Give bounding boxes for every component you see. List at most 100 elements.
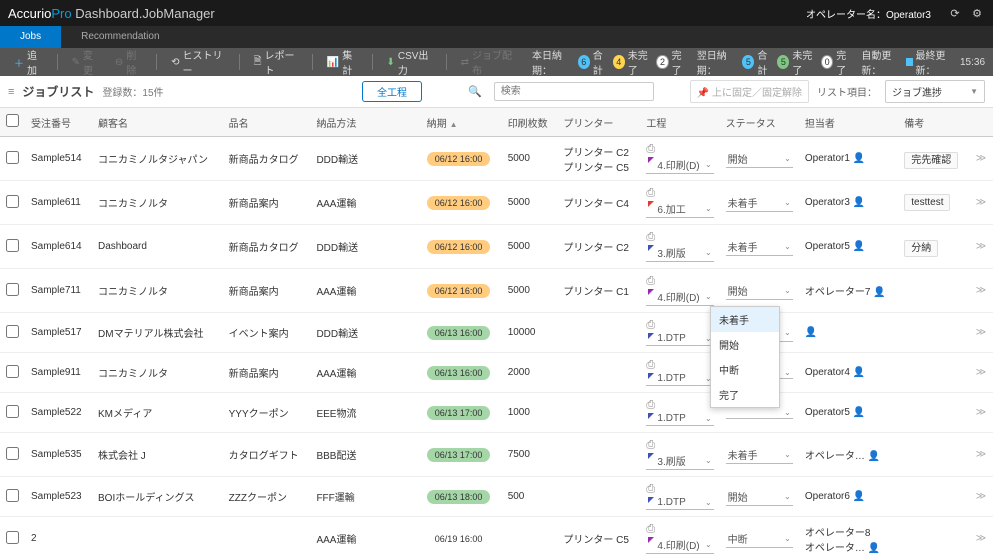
all-process-button[interactable]: 全工程 xyxy=(362,81,422,102)
col-process[interactable]: 工程 xyxy=(640,108,719,137)
cell-process[interactable]: ⎙1.DTP⌄ xyxy=(640,477,719,517)
cell-assignee[interactable]: Operator5 👤 xyxy=(799,225,898,269)
cell-assignee[interactable]: Operator3 👤 xyxy=(799,181,898,225)
cell-note[interactable] xyxy=(898,269,969,313)
cell-status[interactable]: 開始⌄ xyxy=(720,137,799,181)
table-row[interactable]: Sample711 コニカミノルタ 新商品案内 AAA運輸 06/12 16:0… xyxy=(0,269,993,313)
col-delivery[interactable]: 納品方法 xyxy=(310,108,420,137)
table-row[interactable]: Sample614 Dashboard 新商品カタログ DDD輸送 06/12 … xyxy=(0,225,993,269)
cell-note[interactable] xyxy=(898,313,969,353)
row-more[interactable]: ≫ xyxy=(969,393,993,433)
cell-process[interactable]: ⎙1.DTP⌄ xyxy=(640,313,719,353)
cell-assignee[interactable]: オペレーター8オペレータ… 👤 xyxy=(799,517,898,557)
cell-process[interactable]: ⎙1.DTP⌄ xyxy=(640,353,719,393)
row-more[interactable]: ≫ xyxy=(969,225,993,269)
table-row[interactable]: Sample514 コニカミノルタジャパン 新商品カタログ DDD輸送 06/1… xyxy=(0,137,993,181)
cell-assignee[interactable]: Operator4 👤 xyxy=(799,353,898,393)
cell-note[interactable] xyxy=(898,433,969,477)
cell-assignee[interactable]: オペレーター7 👤 xyxy=(799,269,898,313)
row-checkbox[interactable] xyxy=(6,365,19,378)
cell-process[interactable]: ⎙1.DTP⌄ xyxy=(640,393,719,433)
status-option[interactable]: 開始 xyxy=(711,332,779,357)
cell-process[interactable]: ⎙3.刷版⌄ xyxy=(640,225,719,269)
col-customer[interactable]: 顧客名 xyxy=(92,108,223,137)
csv-button[interactable]: ⬇CSV出力 xyxy=(380,48,437,76)
table-row[interactable]: Sample517 DMマテリアル株式会社 イベント案内 DDD輸送 06/13… xyxy=(0,313,993,353)
col-status[interactable]: ステータス xyxy=(720,108,799,137)
row-checkbox[interactable] xyxy=(6,531,19,544)
row-more[interactable]: ≫ xyxy=(969,433,993,477)
sync-icon[interactable]: ⟳ xyxy=(947,5,963,21)
cell-status[interactable]: 未着手⌄ xyxy=(720,181,799,225)
chevron-down-icon: ⌄ xyxy=(784,286,791,295)
col-order[interactable]: 受注番号 xyxy=(25,108,92,137)
cell-process[interactable]: ⎙4.印刷(D)⌄ xyxy=(640,269,719,313)
cell-process[interactable]: ⎙4.印刷(D)⌄ xyxy=(640,137,719,181)
row-checkbox[interactable] xyxy=(6,405,19,418)
row-more[interactable]: ≫ xyxy=(969,269,993,313)
cell-note[interactable]: 分納 xyxy=(898,225,969,269)
delete-button[interactable]: ⊖削除 xyxy=(109,48,148,76)
aggregate-button[interactable]: 📊集計 xyxy=(321,48,364,76)
cell-assignee[interactable]: 👤 xyxy=(799,313,898,353)
row-more[interactable]: ≫ xyxy=(969,181,993,225)
col-product[interactable]: 品名 xyxy=(223,108,311,137)
table-row[interactable]: 2 AAA運輸 06/19 16:00 プリンター C5 ⎙4.印刷(D)⌄ 中… xyxy=(0,517,993,557)
status-option[interactable]: 未着手 xyxy=(711,307,779,332)
table-row[interactable]: Sample523 BOIホールディングス ZZZクーポン FFF運輸 06/1… xyxy=(0,477,993,517)
row-more[interactable]: ≫ xyxy=(969,477,993,517)
select-all-checkbox[interactable] xyxy=(6,114,19,127)
table-row[interactable]: Sample911 コニカミノルタ 新商品案内 AAA運輸 06/13 16:0… xyxy=(0,353,993,393)
cell-status[interactable]: 中断⌄ xyxy=(720,517,799,557)
cell-process[interactable]: ⎙4.印刷(D)⌄ xyxy=(640,517,719,557)
add-button[interactable]: ＋追加 xyxy=(8,48,49,76)
row-more[interactable]: ≫ xyxy=(969,517,993,557)
col-printer[interactable]: プリンター xyxy=(557,108,640,137)
distribute-button[interactable]: ⇄ジョブ配布 xyxy=(455,48,520,76)
col-note[interactable]: 備考 xyxy=(898,108,969,137)
cell-note[interactable]: testtest xyxy=(898,181,969,225)
tab-recommendation[interactable]: Recommendation xyxy=(61,26,179,48)
cell-status[interactable]: 開始⌄ xyxy=(720,477,799,517)
status-option[interactable]: 完了 xyxy=(711,382,779,407)
change-button[interactable]: ✎変更 xyxy=(66,48,105,76)
col-assignee[interactable]: 担当者 xyxy=(799,108,898,137)
row-checkbox[interactable] xyxy=(6,489,19,502)
cell-status[interactable]: 未着手⌄ xyxy=(720,225,799,269)
cell-note[interactable]: 完先確認 xyxy=(898,137,969,181)
listitem-select[interactable]: ジョブ進捗▼ xyxy=(885,80,985,103)
cell-assignee[interactable]: Operator1 👤 xyxy=(799,137,898,181)
row-checkbox[interactable] xyxy=(6,151,19,164)
table-row[interactable]: Sample535 株式会社 J カタログギフト BBB配送 06/13 17:… xyxy=(0,433,993,477)
table-row[interactable]: Sample522 KMメディア YYYクーポン EEE物流 06/13 17:… xyxy=(0,393,993,433)
cell-assignee[interactable]: オペレータ… 👤 xyxy=(799,433,898,477)
row-checkbox[interactable] xyxy=(6,195,19,208)
row-checkbox[interactable] xyxy=(6,239,19,252)
row-checkbox[interactable] xyxy=(6,283,19,296)
cell-process[interactable]: ⎙3.刷版⌄ xyxy=(640,433,719,477)
history-button[interactable]: ⟲ヒストリー xyxy=(165,48,230,76)
status-option[interactable]: 中断 xyxy=(711,357,779,382)
col-copies[interactable]: 印刷枚数 xyxy=(502,108,558,137)
cell-assignee[interactable]: Operator5 👤 xyxy=(799,393,898,433)
cell-status[interactable]: 未着手⌄ xyxy=(720,433,799,477)
settings-icon[interactable]: ⚙ xyxy=(969,5,985,21)
cell-note[interactable] xyxy=(898,477,969,517)
row-checkbox[interactable] xyxy=(6,447,19,460)
table-row[interactable]: Sample611 コニカミノルタ 新商品案内 AAA運輸 06/12 16:0… xyxy=(0,181,993,225)
row-more[interactable]: ≫ xyxy=(969,137,993,181)
cell-process[interactable]: ⎙6.加工⌄ xyxy=(640,181,719,225)
col-due[interactable]: 納期 ▲ xyxy=(421,108,502,137)
tab-jobs[interactable]: Jobs xyxy=(0,26,61,48)
search-input[interactable] xyxy=(494,82,654,101)
row-checkbox[interactable] xyxy=(6,325,19,338)
status-dropdown[interactable]: 未着手開始中断完了 xyxy=(710,306,780,408)
report-button[interactable]: 🗎レポート xyxy=(247,48,303,76)
cell-note[interactable] xyxy=(898,393,969,433)
cell-note[interactable] xyxy=(898,353,969,393)
row-more[interactable]: ≫ xyxy=(969,353,993,393)
cell-assignee[interactable]: Operator6 👤 xyxy=(799,477,898,517)
row-more[interactable]: ≫ xyxy=(969,313,993,353)
cell-note[interactable] xyxy=(898,517,969,557)
pin-button[interactable]: 📌 上に固定／固定解除 xyxy=(690,80,809,103)
